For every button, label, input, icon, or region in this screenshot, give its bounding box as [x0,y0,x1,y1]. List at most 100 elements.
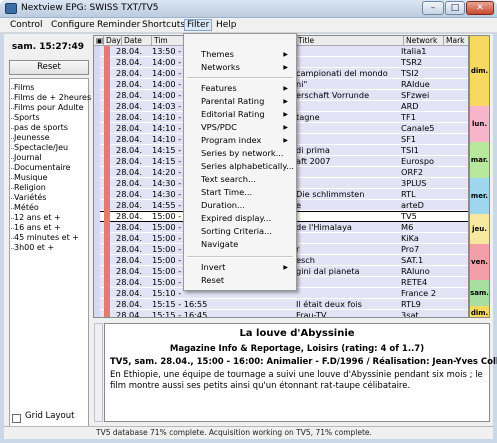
menu-item-features[interactable]: Features ▶ [201,83,293,93]
cell-date: 28.04. [116,156,143,166]
row-mark-cell [94,145,100,156]
row-mark-cell [94,156,100,167]
cell-date: 28.04. [116,145,143,155]
cell-network: TSI2 [401,68,419,78]
day-button[interactable]: dim. [470,306,489,317]
menu-shortcuts[interactable]: Shortcuts [142,20,185,30]
menu-item-expired-display[interactable]: Expired display... [201,213,271,223]
cell-title: Die schlimmsten [296,189,365,199]
cell-time: 14:15 - [152,156,182,166]
cell-date: 28.04. [116,255,143,265]
detail-subtitle: Magazine Info & Reportage, Loisirs (rati… [169,344,425,354]
cell-network: TV5 [401,211,417,221]
day-ribbon [104,211,110,222]
cell-date: 28.04. [116,123,143,133]
col-title[interactable]: Title [296,36,404,46]
filter-item[interactable]: Films [10,83,34,92]
filter-item[interactable]: Documentaire [11,163,71,172]
cell-time: 15:00 - [152,266,182,276]
menu-item-label: Program index [201,135,262,145]
col-menu-icon[interactable]: ▣ [94,36,104,46]
filter-item[interactable]: Musique [10,173,47,182]
cell-network: SAT.1 [401,255,424,265]
cell-date: 28.04. [116,266,143,276]
menu-item-networks[interactable]: Networks ▶ [201,62,293,72]
day-button[interactable]: mer. [470,178,489,214]
grid-layout-label: Grid Layout [25,411,75,421]
filter-item[interactable]: Religion [11,183,46,192]
filter-item[interactable]: Sports [11,113,40,122]
cell-date: 28.04. [116,167,143,177]
minimize-button[interactable]: – [422,1,444,15]
day-navigation-bar: dim. lun. mar. mer. jeu. ven. sam. dim. [469,35,490,318]
cell-time: 15:15 - 16:45 [152,310,208,318]
menu-item-label: Themes [201,49,234,59]
filter-shortcut-list[interactable]: Films Films de + 2heures Films pour Adul… [9,78,91,438]
grid-layout-checkbox[interactable] [12,414,21,423]
menu-item-program-index[interactable]: Program index ▶ [201,135,293,145]
day-ribbon [104,90,110,101]
filter-item[interactable]: Variétés [10,193,46,202]
filter-item[interactable]: Jeunesse [11,133,50,142]
day-button[interactable]: sam. [470,280,489,306]
submenu-arrow-icon: ▶ [283,85,288,92]
menu-item-label: Networks [201,62,240,72]
row-mark-cell [94,178,100,189]
cell-network: KiKa [401,233,419,243]
day-ribbon [104,310,110,317]
day-button[interactable]: ven. [470,244,489,280]
menu-filter[interactable]: Filter [184,19,213,31]
filter-item[interactable]: Spectacle/Jeu [10,143,68,152]
cell-time: 15:00 - [152,277,182,287]
day-button[interactable]: dim. [470,36,489,106]
menu-item-series-by-network[interactable]: Series by network... [201,148,284,158]
filter-item[interactable]: Films pour Adulte [11,103,84,112]
menu-item-start-time[interactable]: Start Time... [201,187,252,197]
row-mark-cell [94,211,100,222]
cell-time: 15:00 - [152,211,182,221]
filter-item[interactable]: Films de + 2heures [10,93,91,102]
menu-item-invert[interactable]: Invert ▶ [201,262,293,272]
menu-item-vps-pdc[interactable]: VPS/PDC ▶ [201,122,293,132]
menu-item-themes[interactable]: Themes ▶ [201,49,293,59]
detail-scrollbar[interactable] [94,323,103,422]
menu-item-sorting-criteria[interactable]: Sorting Criteria... [201,226,272,236]
menu-control[interactable]: Control [10,20,43,30]
col-date[interactable]: Date [122,36,152,46]
menu-item-reset[interactable]: Reset [201,275,224,285]
col-day[interactable]: Day [104,36,122,46]
filter-item[interactable]: Journal [11,153,42,162]
menu-item-text-search[interactable]: Text search... [201,174,256,184]
cell-date: 28.04. [116,200,143,210]
menu-item-series-alphabetically[interactable]: Series alphabetically... [201,161,294,171]
maximize-button[interactable]: □ [445,1,465,15]
filter-item[interactable]: 12 ans et + [11,213,61,222]
menu-item-parental-rating[interactable]: Parental Rating ▶ [201,96,293,106]
cell-time: 14:10 - [152,123,182,133]
row-mark-cell [94,233,100,244]
day-button[interactable]: mar. [470,142,489,178]
submenu-arrow-icon: ▶ [283,51,288,58]
filter-item[interactable]: 45 minutes et + [11,233,79,242]
filter-item[interactable]: 16 ans et + [11,223,61,232]
menu-reminder[interactable]: Reminder [97,20,140,30]
submenu-arrow-icon: ▶ [283,98,288,105]
day-button[interactable]: lun. [470,106,489,142]
filter-item[interactable]: 3h00 et + [10,243,54,252]
menu-configure[interactable]: Configure [51,20,95,30]
col-mark[interactable]: Mark [444,36,468,46]
close-button[interactable]: ✕ [466,1,494,15]
row-mark-cell [94,299,100,310]
menu-item-duration[interactable]: Duration... [201,200,245,210]
day-button[interactable]: jeu. [470,214,489,244]
detail-info: TV5, sam. 28.04., 15:00 - 16:00: Animali… [110,357,497,367]
filter-item[interactable]: Météo [11,203,39,212]
menu-help[interactable]: Help [216,20,237,30]
menu-item-navigate[interactable]: Navigate [201,239,238,249]
filter-item[interactable]: pas de sports [11,123,68,132]
menu-item-editorial-rating[interactable]: Editorial Rating ▶ [201,109,293,119]
col-network[interactable]: Network [404,36,444,46]
table-row[interactable]: 28.04. 15:15 - 16:45 Frau-TV 3sat [94,310,468,318]
reset-filter-button[interactable]: Reset [9,60,89,75]
table-row[interactable]: 28.04. 15:15 - 16:55 Il était deux fois RTL… [94,299,468,310]
